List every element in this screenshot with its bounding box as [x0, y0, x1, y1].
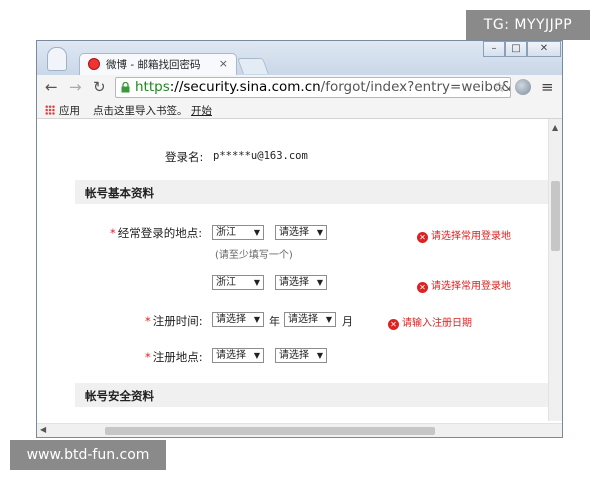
- apps-grid-icon[interactable]: [45, 105, 55, 115]
- reg-month-select[interactable]: 请选择 ▼: [284, 312, 336, 327]
- reg-year-select[interactable]: 请选择 ▼: [212, 312, 264, 327]
- tab-title: 微博 - 邮箱找回密码: [106, 59, 201, 71]
- horizontal-scroll-thumb[interactable]: [105, 427, 435, 435]
- title-bar: 微博 - 邮箱找回密码 × – □ ✕: [37, 41, 562, 75]
- maximize-button[interactable]: □: [505, 41, 527, 57]
- bookmarks-bar: 应用 点击这里导入书签。 开始: [37, 101, 562, 119]
- error-icon: ✕: [417, 232, 428, 243]
- navigation-toolbar: ← → ↻ https://security.sina.com.cn/forgo…: [37, 75, 562, 101]
- location2-error: ✕ 请选择常用登录地: [417, 277, 511, 293]
- reg-place-city-select[interactable]: 请选择 ▼: [275, 348, 327, 363]
- bookmark-import-hint: 点击这里导入书签。: [93, 105, 188, 117]
- section-security-info: 帐号安全资料: [75, 383, 548, 407]
- minimize-button[interactable]: –: [483, 41, 505, 57]
- back-arrow-icon[interactable]: ←: [45, 78, 58, 96]
- forward-arrow-icon[interactable]: →: [69, 78, 82, 96]
- location2-province-select[interactable]: 浙江 ▼: [212, 275, 264, 290]
- vertical-scrollbar[interactable]: ▲: [548, 119, 562, 421]
- frequent-location-hint: (请至少填写一个): [215, 250, 293, 261]
- scroll-up-arrow-icon[interactable]: ▲: [552, 123, 558, 132]
- bookmark-apps[interactable]: 应用: [59, 103, 80, 118]
- address-bar[interactable]: https://security.sina.com.cn/forgot/inde…: [115, 77, 511, 98]
- watermark-telegram: TG: MYYJJPP: [466, 10, 590, 40]
- lock-icon: [121, 82, 130, 93]
- year-unit: 年: [269, 315, 280, 328]
- browser-window: 微博 - 邮箱找回密码 × – □ ✕ ← → ↻ https://securi…: [36, 40, 563, 438]
- section-basic-info: 帐号基本资料: [75, 180, 548, 204]
- login-name-value: p*****u@163.com: [213, 150, 308, 162]
- location2-city-select[interactable]: 请选择 ▼: [275, 275, 327, 290]
- location1-error: ✕ 请选择常用登录地: [417, 227, 511, 243]
- error-icon: ✕: [417, 282, 428, 293]
- new-tab-button[interactable]: [237, 58, 269, 74]
- error-icon: ✕: [388, 319, 399, 330]
- extension-globe-icon[interactable]: [515, 79, 531, 95]
- location1-city-select[interactable]: 请选择 ▼: [275, 225, 327, 240]
- bookmark-start-link[interactable]: 开始: [191, 103, 212, 118]
- close-window-button[interactable]: ✕: [527, 41, 561, 57]
- profile-avatar-icon[interactable]: [47, 47, 67, 71]
- month-unit: 月: [342, 315, 353, 328]
- url-text: https://security.sina.com.cn/forgot/inde…: [135, 79, 511, 95]
- watermark-website: www.btd-fun.com: [10, 440, 166, 470]
- bookmark-star-icon[interactable]: ☆: [493, 78, 506, 96]
- vertical-scroll-thumb[interactable]: [551, 181, 560, 251]
- reg-time-label: * 注册时间:: [145, 314, 203, 328]
- section-basic-title: 帐号基本资料: [85, 186, 154, 200]
- section-security-title: 帐号安全资料: [85, 389, 154, 403]
- location1-province-select[interactable]: 浙江 ▼: [212, 225, 264, 240]
- frequent-location-label: * 经常登录的地点:: [110, 226, 203, 240]
- tab-close-icon[interactable]: ×: [219, 57, 228, 70]
- reg-place-label: * 注册地点:: [145, 350, 203, 364]
- reg-date-error: ✕ 请输入注册日期: [388, 314, 472, 330]
- reload-icon[interactable]: ↻: [93, 78, 106, 96]
- horizontal-scrollbar[interactable]: ◀: [37, 423, 562, 437]
- scroll-left-arrow-icon[interactable]: ◀: [40, 425, 46, 434]
- reg-place-province-select[interactable]: 请选择 ▼: [212, 348, 264, 363]
- page-content: 登录名: p*****u@163.com 帐号基本资料 * 经常登录的地点: 浙江…: [37, 119, 548, 421]
- menu-hamburger-icon[interactable]: ≡: [541, 79, 554, 95]
- weibo-favicon-icon: [88, 58, 100, 70]
- login-name-label: 登录名:: [165, 150, 204, 164]
- tab-weibo-forgot-password[interactable]: 微博 - 邮箱找回密码 ×: [79, 53, 237, 75]
